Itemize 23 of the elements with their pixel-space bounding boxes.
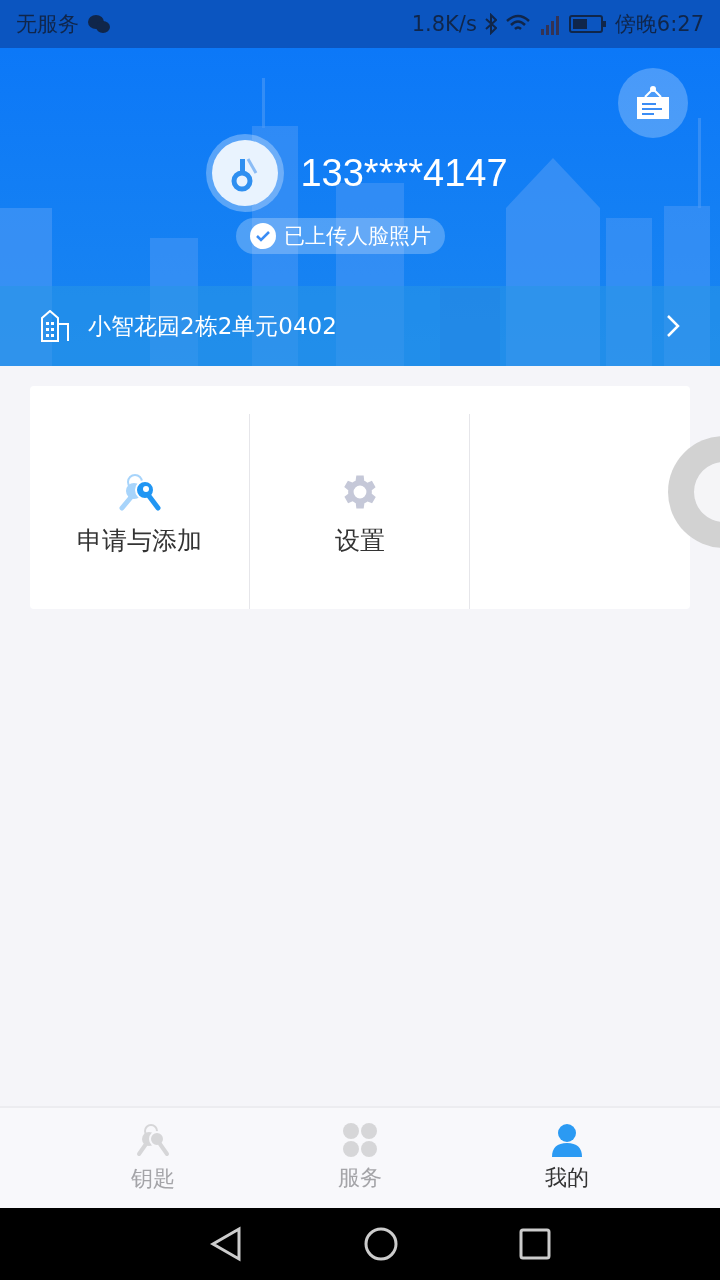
menu-item[interactable]: 申请与添加 [30, 414, 250, 609]
clover-icon [343, 1123, 377, 1157]
face-upload-text: 已上传人脸照片 [283, 223, 431, 250]
notice-board-icon [635, 85, 671, 121]
bluetooth-icon [484, 13, 497, 35]
person-icon [550, 1123, 583, 1157]
home-icon[interactable] [363, 1226, 399, 1262]
recents-icon[interactable] [519, 1228, 551, 1260]
address-text: 小智花园2栋2单元0402 [88, 311, 337, 341]
signal-icon [538, 13, 561, 35]
keys-icon [135, 1122, 172, 1158]
nav-tab[interactable]: 我的 [463, 1108, 670, 1208]
phone-number: 133****4147 [300, 151, 508, 195]
battery-icon [568, 14, 607, 34]
chevron-right-icon [666, 314, 680, 338]
clock-text: 傍晚6:27 [614, 11, 704, 38]
carrier-text: 无服务 [16, 11, 79, 38]
menu-item[interactable]: 设置 [250, 414, 470, 609]
building-icon [40, 310, 70, 342]
check-icon [249, 223, 276, 249]
back-icon[interactable] [209, 1226, 243, 1262]
chat-icon [87, 14, 111, 34]
network-speed: 1.8K/s [411, 12, 477, 36]
